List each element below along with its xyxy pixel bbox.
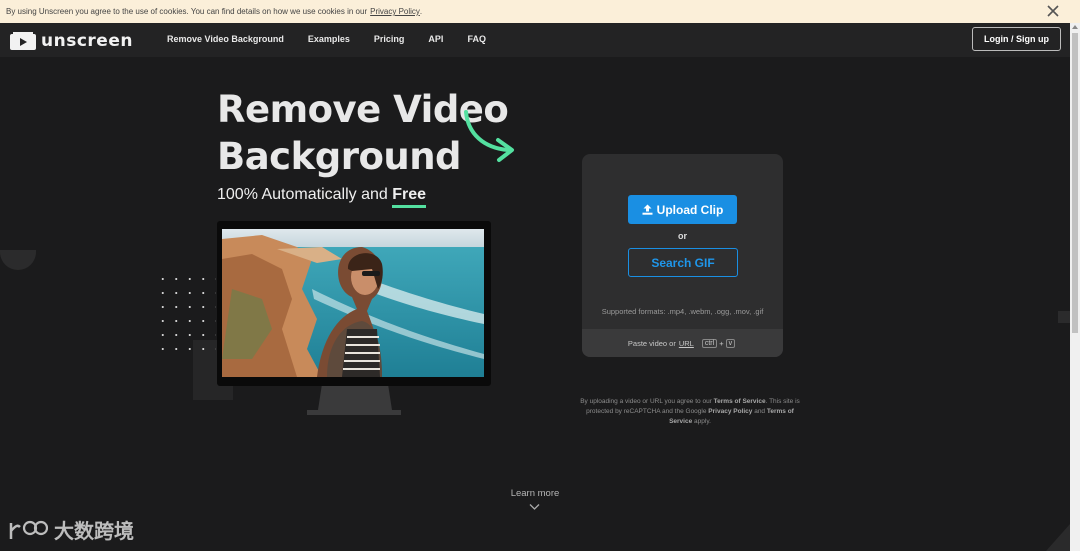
supported-formats: Supported formats: .mp4, .webm, .ogg, .m… — [601, 307, 764, 316]
arrow-deco-icon — [464, 110, 514, 162]
legal-terms-link-1[interactable]: Terms of Service — [714, 398, 766, 405]
paste-url-link[interactable]: URL — [679, 339, 694, 348]
nav-api[interactable]: API — [428, 34, 443, 44]
legal-notice: By uploading a video or URL you agree to… — [577, 397, 803, 427]
upload-card: Upload Clip or Search GIF Supported form… — [582, 154, 783, 357]
hero-subtitle-free: Free — [392, 186, 427, 208]
demo-monitor — [217, 221, 491, 386]
legal-part3: and — [754, 408, 766, 415]
cookie-suffix: . — [419, 7, 423, 16]
login-signup-button[interactable]: Login / Sign up — [972, 27, 1061, 51]
decorative-side-square — [1058, 311, 1070, 323]
watermark-logo-icon — [9, 520, 48, 539]
cookie-banner: By using Unscreen you agree to the use o… — [0, 0, 1080, 23]
key-ctrl: ctrl — [701, 338, 718, 348]
hero-subtitle: 100% Automatically and Free — [217, 186, 427, 208]
paste-video-bar[interactable]: Paste video or URL ctrl + v — [582, 329, 783, 357]
demo-video-preview[interactable] — [222, 229, 484, 377]
monitor-stand-base — [307, 410, 401, 415]
upload-clip-label: Upload Clip — [656, 202, 724, 217]
privacy-policy-link[interactable]: Privacy Policy — [370, 7, 420, 16]
nav-pricing[interactable]: Pricing — [374, 34, 405, 44]
learn-more-link[interactable]: Learn more — [500, 488, 570, 499]
brand-logo[interactable]: unscreen — [10, 31, 133, 51]
or-separator: or — [678, 231, 687, 241]
nav-remove-video-background[interactable]: Remove Video Background — [167, 34, 284, 44]
logo-icon — [10, 32, 36, 50]
legal-part1: By uploading a video or URL you agree to… — [580, 398, 712, 405]
legal-privacy-link[interactable]: Privacy Policy — [708, 408, 752, 415]
scroll-up-icon[interactable] — [1072, 25, 1078, 29]
page-scrollbar[interactable] — [1070, 23, 1080, 551]
paste-prefix: Paste video or — [627, 338, 676, 348]
decorative-dot-grid — [156, 272, 216, 360]
search-gif-button[interactable]: Search GIF — [628, 248, 738, 277]
key-v: v — [725, 338, 736, 348]
close-icon[interactable] — [1046, 4, 1060, 18]
brand-name: unscreen — [41, 31, 133, 51]
upload-clip-button[interactable]: Upload Clip — [628, 195, 737, 224]
demo-scene-image — [222, 229, 484, 377]
top-nav: unscreen Remove Video Background Example… — [0, 23, 1070, 57]
nav-examples[interactable]: Examples — [308, 34, 350, 44]
chevron-down-icon[interactable] — [529, 503, 540, 511]
watermark: 大数跨境 — [8, 515, 134, 544]
watermark-text: 大数跨境 — [54, 521, 134, 543]
scroll-thumb[interactable] — [1072, 33, 1078, 333]
cookie-text: By using Unscreen you agree to the use o… — [6, 7, 368, 16]
upload-icon — [642, 204, 653, 215]
hero-subtitle-prefix: 100% Automatically and — [217, 186, 388, 203]
decorative-corner — [1046, 524, 1070, 551]
monitor-stand — [318, 386, 392, 410]
nav-faq[interactable]: FAQ — [467, 34, 486, 44]
legal-part4: apply. — [694, 418, 711, 425]
nav-links: Remove Video Background Examples Pricing… — [167, 34, 510, 44]
decorative-half-circle — [0, 250, 36, 270]
key-plus: + — [719, 338, 724, 348]
